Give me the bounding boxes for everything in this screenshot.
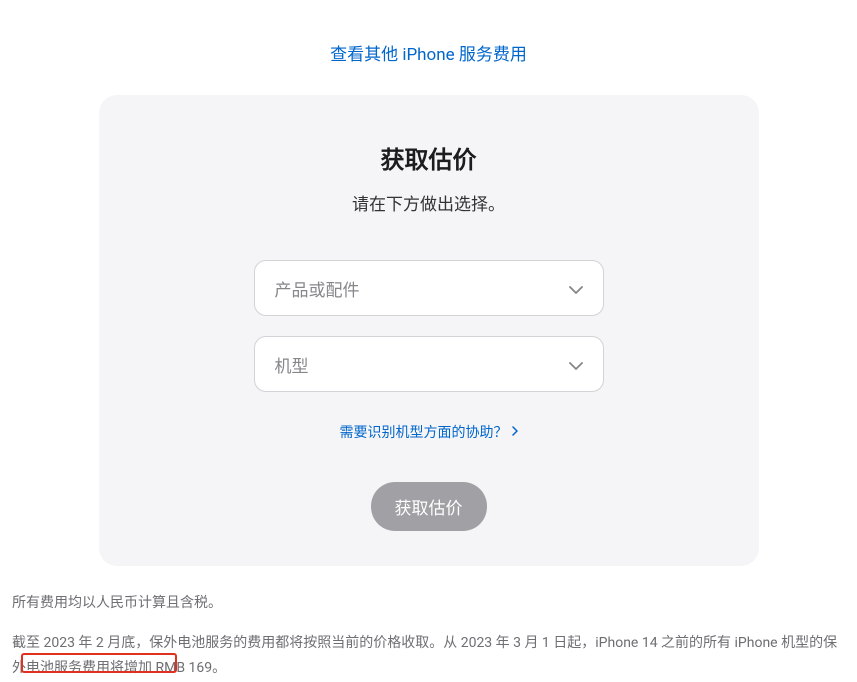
footer-notes: 所有费用均以人民币计算且含税。 截至 2023 年 2 月底，保外电池服务的费用… — [10, 591, 847, 682]
model-dropdown[interactable]: 机型 — [254, 336, 604, 392]
footer-paragraph-1: 所有费用均以人民币计算且含税。 — [12, 591, 845, 616]
top-link-text: 查看其他 iPhone 服务费用 — [330, 45, 527, 65]
chevron-down-icon — [569, 279, 583, 298]
card-title: 获取估价 — [119, 140, 739, 175]
identify-model-help-link[interactable]: 需要识别机型方面的协助？ — [340, 422, 518, 442]
chevron-right-icon — [512, 424, 518, 440]
submit-button-label: 获取估价 — [395, 499, 463, 518]
card-subtitle: 请在下方做出选择。 — [119, 190, 739, 215]
chevron-down-icon — [569, 355, 583, 374]
model-dropdown-label: 机型 — [275, 352, 309, 377]
estimate-card: 获取估价 请在下方做出选择。 产品或配件 机型 需要识别机型方面的协助？ 获取估… — [99, 95, 759, 566]
product-dropdown[interactable]: 产品或配件 — [254, 260, 604, 316]
view-other-services-link[interactable]: 查看其他 iPhone 服务费用 — [10, 40, 847, 65]
get-estimate-button[interactable]: 获取估价 — [371, 482, 487, 531]
help-link-text: 需要识别机型方面的协助？ — [340, 422, 508, 442]
product-dropdown-label: 产品或配件 — [275, 276, 360, 301]
footer-paragraph-2: 截至 2023 年 2 月底，保外电池服务的费用都将按照当前的价格收取。从 20… — [12, 631, 845, 681]
